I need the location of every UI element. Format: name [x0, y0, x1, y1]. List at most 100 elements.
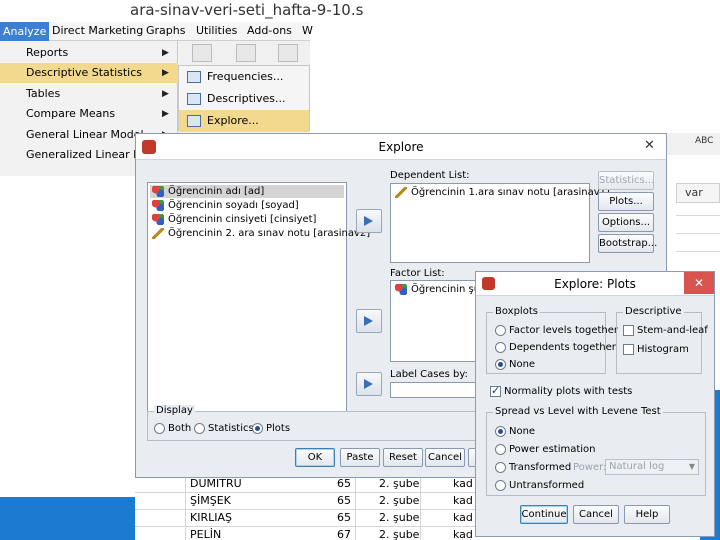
table-row[interactable]: ŞİMŞEK 65 2. şube kad [135, 493, 480, 510]
cell-name: PELİN [190, 528, 222, 540]
menu-item-compare-means[interactable]: Compare Means ▶ [0, 104, 178, 124]
find-icon[interactable] [192, 44, 212, 62]
menu-item-label: Tables [26, 87, 61, 100]
variable-label: Öğrencinin 1.ara sınav notu [arasinav1] [411, 187, 610, 198]
spread-vs-level-group: Spread vs Level with Levene Test None Po… [486, 406, 706, 496]
descriptive-statistics-submenu: Frequencies... Descriptives... Explore..… [178, 65, 310, 132]
menu-item-label: Explore... [207, 114, 259, 127]
spread-power-estimation-radio[interactable] [495, 444, 506, 455]
list-item[interactable]: Öğrencinin şub [393, 283, 486, 296]
list-item[interactable]: Öğrencinin 1.ara sınav notu [arasinav1] [393, 186, 610, 199]
dialog-titlebar[interactable]: Explore ✕ [136, 134, 666, 160]
menu-item-label: Reports [26, 46, 69, 59]
table-row[interactable]: DUMITRU 65 2. şube kad [135, 476, 480, 493]
insert-cases-icon[interactable] [236, 44, 256, 62]
table-row[interactable]: PELİN 67 2. şube kad [135, 527, 480, 540]
ok-button[interactable]: OK [295, 448, 335, 467]
nominal-variable-icon [152, 186, 164, 197]
move-to-factor-button[interactable] [356, 309, 382, 333]
cancel-button[interactable]: Cancel [573, 505, 619, 524]
boxplots-group: Boxplots Factor levels together Dependen… [486, 306, 618, 374]
dialog-title: Explore: Plots [554, 277, 636, 291]
menu-item-frequencies[interactable]: Frequencies... [179, 66, 309, 88]
menu-utilities[interactable]: Utilities [196, 24, 237, 37]
move-to-dependent-button[interactable] [356, 209, 382, 233]
cell-sube: 2. şube [379, 494, 420, 507]
power-select[interactable]: Natural log ▼ [605, 459, 699, 475]
submenu-arrow-icon: ▶ [162, 109, 169, 119]
cell-score: 65 [337, 511, 351, 524]
table-row[interactable]: KIRLIAŞ 65 2. şube kad [135, 510, 480, 527]
window-titlebar: ara-sinav-veri-seti_hafta-9-10.s [0, 0, 363, 22]
list-item[interactable]: Öğrencinin adı [ad] [150, 185, 344, 198]
menu-window[interactable]: W [302, 24, 313, 37]
boxplots-group-title: Boxplots [493, 306, 540, 317]
bootstrap-button[interactable]: Bootstrap... [598, 234, 657, 253]
spread-none-label: None [509, 426, 536, 437]
close-icon[interactable]: ✕ [684, 272, 714, 294]
chevron-down-icon: ▼ [688, 462, 695, 471]
display-plots-label: Plots [266, 423, 291, 434]
stem-and-leaf-checkbox[interactable] [623, 325, 634, 336]
grid-line [676, 251, 720, 252]
spread-untransformed-radio[interactable] [495, 480, 506, 491]
spell-check-icon[interactable]: ABC [695, 136, 713, 146]
dialog-titlebar[interactable]: Explore: Plots ✕ [476, 272, 714, 296]
histogram-checkbox[interactable] [623, 344, 634, 355]
list-item[interactable]: Öğrencinin soyadı [soyad] [150, 199, 299, 212]
normality-plots-checkbox[interactable] [490, 384, 501, 397]
list-item[interactable]: Öğrencinin 2. ara sınav notu [arasinav2] [150, 227, 370, 240]
menu-item-tables[interactable]: Tables ▶ [0, 84, 178, 104]
menu-item-explore[interactable]: Explore... [179, 110, 309, 132]
move-to-label-cases-button[interactable] [356, 372, 382, 396]
nominal-variable-icon [152, 200, 164, 211]
spread-none-radio[interactable] [495, 426, 506, 437]
menu-item-reports[interactable]: Reports ▶ [0, 43, 178, 63]
reset-button[interactable]: Reset [383, 448, 423, 467]
label-cases-field[interactable] [390, 382, 478, 398]
display-statistics-label: Statistics [208, 423, 254, 434]
factor-list[interactable]: Öğrencinin şub [390, 280, 486, 362]
menu-item-descriptives[interactable]: Descriptives... [179, 88, 309, 110]
statistics-button[interactable]: Statistics... [598, 171, 654, 190]
insert-variable-icon[interactable] [278, 44, 298, 62]
plots-button[interactable]: Plots... [598, 192, 654, 211]
boxplot-none-radio[interactable] [495, 359, 506, 370]
cell-gender: kad [453, 477, 473, 490]
spread-transformed-radio[interactable] [495, 462, 506, 473]
normality-plots-label: Normality plots with tests [504, 386, 633, 397]
display-plots-radio[interactable] [252, 423, 263, 434]
menu-direct-marketing[interactable]: Direct Marketing [52, 24, 143, 37]
variable-label: Öğrencinin cinsiyeti [cinsiyet] [168, 214, 317, 225]
variable-label: Öğrencinin soyadı [soyad] [168, 200, 299, 211]
descriptive-group: Descriptive Stem-and-leaf Histogram [616, 306, 708, 374]
list-item[interactable]: Öğrencinin cinsiyeti [cinsiyet] [150, 213, 316, 226]
menu-add-ons[interactable]: Add-ons [247, 24, 292, 37]
menu-item-label: Descriptive Statistics [26, 66, 143, 79]
cancel-button[interactable]: Cancel [425, 448, 465, 467]
display-both-radio[interactable] [154, 423, 165, 434]
explore-icon [187, 115, 201, 127]
paste-button[interactable]: Paste [340, 448, 380, 467]
continue-button[interactable]: Continue [520, 505, 568, 524]
boxplot-factor-levels-label: Factor levels together [509, 325, 619, 336]
display-statistics-radio[interactable] [194, 423, 205, 434]
boxplot-factor-levels-radio[interactable] [495, 325, 506, 336]
desktop-background [0, 497, 135, 540]
menu-analyze[interactable]: Analyze [0, 22, 50, 41]
menu-item-descriptive-statistics[interactable]: Descriptive Statistics ▶ [0, 63, 178, 83]
boxplot-dependents-radio[interactable] [495, 342, 506, 353]
menu-graphs[interactable]: Graphs [146, 24, 185, 37]
options-button[interactable]: Options... [598, 213, 654, 232]
close-icon[interactable]: ✕ [644, 138, 655, 153]
dependent-list[interactable]: Öğrencinin 1.ara sınav notu [arasinav1] [390, 183, 610, 263]
menu-item-label: General Linear Model [26, 128, 144, 141]
cell-gender: kad [453, 528, 473, 540]
variable-column-header[interactable]: var [676, 183, 720, 203]
cell-sube: 2. şube [379, 477, 420, 490]
power-select-value: Natural log [609, 461, 665, 472]
help-button[interactable]: Help [624, 505, 670, 524]
factor-list-label: Factor List: [390, 268, 445, 279]
display-both-label: Both [168, 423, 192, 434]
source-variable-list[interactable]: Öğrencinin adı [ad] Öğrencinin soyadı [s… [147, 182, 370, 412]
